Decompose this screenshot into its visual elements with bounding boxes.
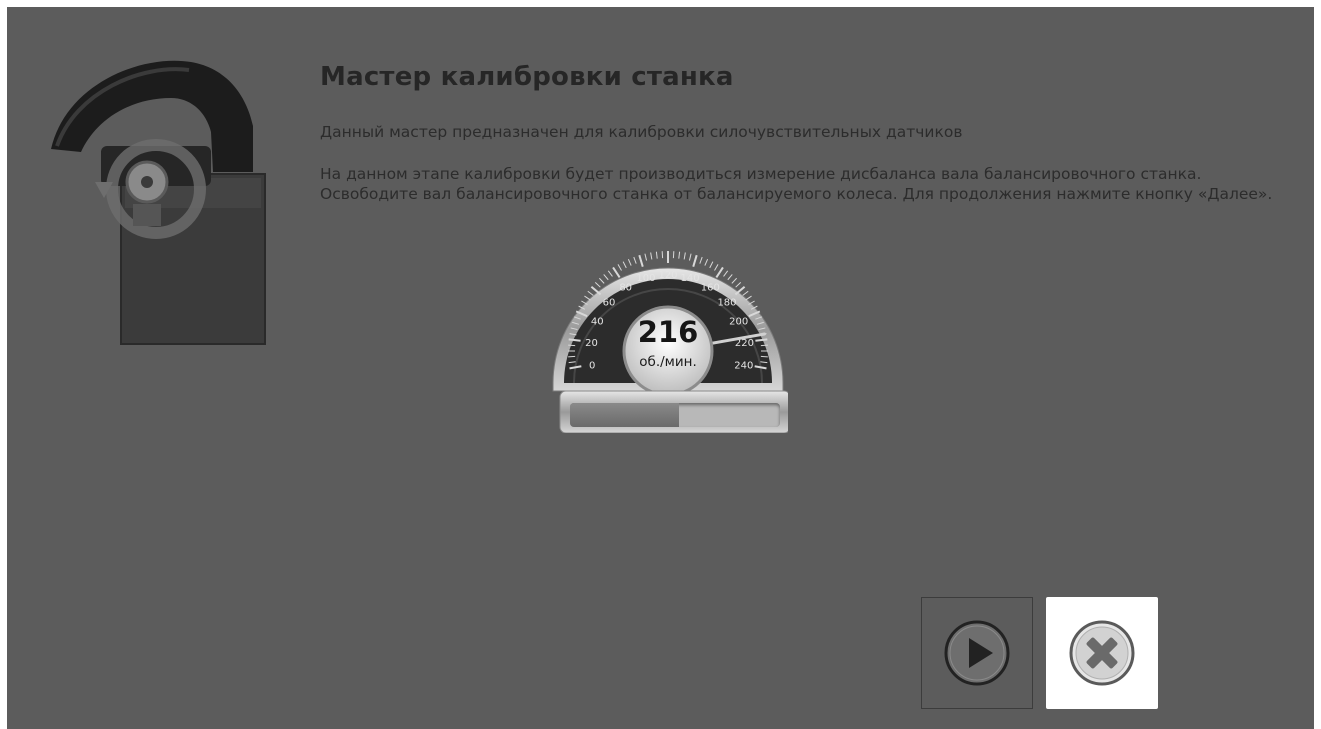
calibration-screen: Мастер калибровки станка Данный мастер п… [7,7,1314,729]
gauge-tick [603,274,609,281]
measurement-progress-bar [570,403,780,427]
next-button[interactable] [921,597,1033,709]
gauge-scale-label: 80 [619,283,632,294]
gauge-tick [715,266,724,279]
balancing-machine-illustration [51,60,266,345]
gauge-tick [633,256,637,264]
gauge-tick [731,277,737,284]
gauge-tick [678,251,681,259]
rpm-unit: об./мин. [639,354,697,370]
gauge-tick [692,254,698,267]
measurement-progress-fill [570,403,680,427]
gauge-tick [727,274,733,281]
gauge-tick [714,264,719,271]
gauge-tick [587,290,594,296]
gauge-tick [742,290,749,296]
gauge-scale-label: 100 [636,273,655,284]
rpm-value: 216 [637,315,699,349]
gauge-tick [723,270,729,277]
gauge-tick [622,261,627,269]
gauge-tick [745,295,752,301]
cancel-button[interactable] [1046,597,1158,709]
rpm-gauge: 0 20 40 60 80 100 120 140 160 180 200 220 240 216 об… [548,221,791,434]
gauge-tick [627,258,632,266]
gauge-tick [584,295,591,301]
gauge-scale-label: 60 [603,298,616,309]
gauge-tick [650,252,653,260]
gauge-tick [699,256,703,264]
gauge-tick [644,253,648,261]
gauge-tick [704,258,709,266]
gauge-scale-label: 180 [717,298,736,309]
wizard-title: Мастер калибровки станка [320,62,734,92]
gauge-tick [735,282,742,288]
gauge-tick [655,251,658,259]
gauge-tick [683,252,686,260]
gauge-tick [688,253,692,261]
gauge-scale-label: 160 [701,283,720,294]
gauge-tick [638,254,644,267]
gauge-tick [599,277,605,284]
wizard-description: Данный мастер предназначен для калибровк… [320,123,963,141]
gauge-tick [617,264,622,271]
gauge-scale-label: 140 [681,273,700,284]
gauge-scale-label: 120 [658,270,677,281]
close-circle-icon [1069,620,1135,686]
play-circle-icon [944,620,1010,686]
gauge-tick [612,266,621,279]
gauge-tick [709,261,714,269]
wizard-instruction: На данном этапе калибровки будет произво… [320,165,1273,203]
gauge-tick [607,270,613,277]
gauge-tick [594,282,601,288]
